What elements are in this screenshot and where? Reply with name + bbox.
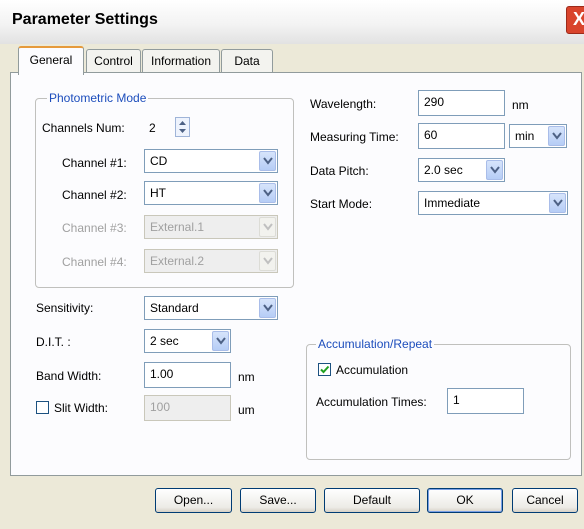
wavelength-label: Wavelength: xyxy=(310,97,377,111)
channel3-label: Channel #3: xyxy=(62,221,127,235)
tab-data[interactable]: Data xyxy=(221,49,273,72)
dit-select[interactable]: 2 sec xyxy=(144,329,231,353)
channel4-select: External.2 xyxy=(144,249,278,273)
measuring-time-unit-select[interactable]: min xyxy=(509,124,567,148)
wavelength-unit: nm xyxy=(512,98,529,112)
dit-label: D.I.T. : xyxy=(36,335,71,349)
chevron-down-icon xyxy=(259,217,276,237)
accumulation-legend: Accumulation/Repeat xyxy=(316,337,435,351)
band-width-label: Band Width: xyxy=(36,369,102,383)
sensitivity-select[interactable]: Standard xyxy=(144,296,278,320)
band-width-unit: nm xyxy=(238,370,255,384)
sensitivity-label: Sensitivity: xyxy=(36,301,94,315)
channel1-select[interactable]: CD xyxy=(144,149,278,173)
channel3-select: External.1 xyxy=(144,215,278,239)
slit-width-checkbox[interactable] xyxy=(36,401,49,414)
start-mode-value: Immediate xyxy=(424,196,481,210)
chevron-down-icon[interactable] xyxy=(486,160,503,180)
channel4-label: Channel #4: xyxy=(62,255,127,269)
tab-information[interactable]: Information xyxy=(142,49,220,72)
start-mode-select[interactable]: Immediate xyxy=(418,191,568,215)
tab-label: Information xyxy=(150,54,212,68)
accumulation-times-input[interactable]: 1 xyxy=(447,388,524,414)
wavelength-input[interactable]: 290 xyxy=(418,90,505,116)
chevron-down-icon[interactable] xyxy=(259,298,276,318)
window-title: Parameter Settings xyxy=(12,11,158,28)
save-button[interactable]: Save... xyxy=(240,488,316,513)
accumulation-times-label: Accumulation Times: xyxy=(316,395,427,409)
slit-width-input: 100 xyxy=(144,395,231,421)
slit-width-label: Slit Width: xyxy=(54,401,109,415)
spin-arrows-icon xyxy=(179,121,186,133)
close-button[interactable]: X xyxy=(566,6,584,34)
measuring-time-input[interactable]: 60 xyxy=(418,123,505,149)
measuring-time-unit-value: min xyxy=(515,129,535,143)
close-icon: X xyxy=(572,9,584,29)
tab-label: General xyxy=(29,53,73,67)
channels-num-label: Channels Num: xyxy=(42,121,125,135)
dit-value: 2 sec xyxy=(150,334,179,348)
chevron-down-icon[interactable] xyxy=(212,331,229,351)
chevron-down-icon[interactable] xyxy=(548,126,565,146)
channel2-value: HT xyxy=(150,186,166,200)
channel1-label: Channel #1: xyxy=(62,156,127,170)
tab-label: Control xyxy=(94,54,133,68)
channels-num-stepper[interactable] xyxy=(175,117,190,137)
tab-label: Data xyxy=(234,54,260,68)
data-pitch-label: Data Pitch: xyxy=(310,164,369,178)
chevron-down-icon xyxy=(259,251,276,271)
default-button[interactable]: Default xyxy=(324,488,420,513)
start-mode-label: Start Mode: xyxy=(310,197,373,211)
checkmark-icon xyxy=(320,365,330,374)
data-pitch-value: 2.0 sec xyxy=(424,163,463,177)
channel1-value: CD xyxy=(150,154,168,168)
tab-control[interactable]: Control xyxy=(86,49,141,72)
accumulation-checkbox[interactable] xyxy=(318,363,331,376)
ok-button[interactable]: OK xyxy=(427,488,503,513)
title-bar: Parameter Settings X xyxy=(0,0,584,44)
channel2-label: Channel #2: xyxy=(62,188,127,202)
chevron-down-icon[interactable] xyxy=(259,183,276,203)
data-pitch-select[interactable]: 2.0 sec xyxy=(418,158,505,182)
chevron-down-icon[interactable] xyxy=(259,151,276,171)
chevron-down-icon[interactable] xyxy=(549,193,566,213)
band-width-input[interactable]: 1.00 xyxy=(144,362,231,388)
tab-general[interactable]: General xyxy=(18,46,84,75)
slit-width-unit: um xyxy=(238,403,255,417)
accumulation-label: Accumulation xyxy=(336,363,409,377)
channel2-select[interactable]: HT xyxy=(144,181,278,205)
photometric-mode-legend: Photometric Mode xyxy=(47,91,149,105)
cancel-button[interactable]: Cancel xyxy=(512,488,578,513)
channel4-value: External.2 xyxy=(150,254,205,268)
sensitivity-value: Standard xyxy=(150,301,199,315)
channels-num-value[interactable]: 2 xyxy=(149,121,156,135)
measuring-time-label: Measuring Time: xyxy=(310,130,399,144)
open-button[interactable]: Open... xyxy=(155,488,232,513)
channel3-value: External.1 xyxy=(150,220,205,234)
